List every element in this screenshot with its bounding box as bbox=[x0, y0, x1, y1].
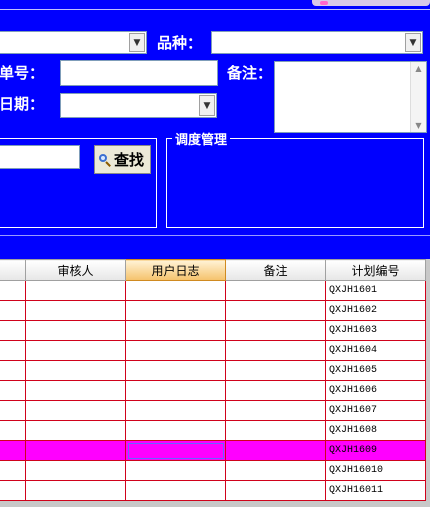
grid-cell[interactable] bbox=[225, 440, 326, 461]
table-row[interactable]: QXJH1601 bbox=[0, 280, 426, 301]
dispatch-group-title: 调度管理 bbox=[172, 129, 231, 148]
grid-cell[interactable] bbox=[0, 340, 26, 361]
column-header-plan-no[interactable]: 计划编号 bbox=[325, 259, 426, 281]
table-row[interactable]: QXJH1607 bbox=[0, 400, 426, 421]
grid-cell[interactable] bbox=[125, 320, 226, 341]
grid-cell[interactable] bbox=[0, 440, 26, 461]
table-row[interactable]: QXJH1602 bbox=[0, 300, 426, 321]
grid-cell[interactable] bbox=[225, 420, 326, 441]
grid-cell[interactable] bbox=[225, 360, 326, 381]
grid-cell[interactable] bbox=[25, 360, 126, 381]
column-header-remark[interactable]: 备注 bbox=[225, 259, 326, 281]
search-button[interactable]: 查找 bbox=[94, 145, 151, 174]
remark-textarea[interactable]: ▲ ▼ bbox=[274, 61, 427, 133]
order-no-input[interactable] bbox=[60, 60, 218, 86]
grid-cell[interactable] bbox=[225, 340, 326, 361]
plan-no-cell[interactable]: QXJH1605 bbox=[325, 360, 426, 381]
grid-cell[interactable] bbox=[25, 380, 126, 401]
order-no-label: 单号： bbox=[0, 64, 45, 82]
grid-cell[interactable] bbox=[0, 280, 26, 301]
window-tab-icon bbox=[320, 1, 328, 5]
grid-cell[interactable] bbox=[225, 280, 326, 301]
plan-no-cell[interactable]: QXJH16011 bbox=[325, 480, 426, 501]
grid-cell[interactable] bbox=[225, 460, 326, 481]
plan-no-cell[interactable]: QXJH1608 bbox=[325, 420, 426, 441]
window-tab[interactable] bbox=[312, 0, 430, 6]
plan-no-cell[interactable]: QXJH1601 bbox=[325, 280, 426, 301]
grid-cell[interactable] bbox=[125, 300, 226, 321]
grid-cell[interactable] bbox=[225, 300, 326, 321]
plan-no-cell[interactable]: QXJH1602 bbox=[325, 300, 426, 321]
grid-cell[interactable] bbox=[125, 280, 226, 301]
plan-no-cell[interactable]: QXJH1609 bbox=[325, 440, 426, 461]
date-picker[interactable]: ▼ bbox=[60, 93, 217, 118]
table-row[interactable]: QXJH1606 bbox=[0, 380, 426, 401]
plan-no-cell[interactable]: QXJH1604 bbox=[325, 340, 426, 361]
table-row[interactable]: QXJH16011 bbox=[0, 480, 426, 501]
table-row[interactable]: QXJH1605 bbox=[0, 360, 426, 381]
table-row[interactable]: QXJH1608 bbox=[0, 420, 426, 441]
divider bbox=[0, 235, 430, 236]
grid-cell[interactable] bbox=[225, 480, 326, 501]
grid-cell[interactable] bbox=[25, 300, 126, 321]
date-label: 日期： bbox=[0, 95, 45, 113]
grid-cell[interactable] bbox=[125, 420, 226, 441]
column-header-user-log[interactable]: 用户日志 bbox=[125, 259, 226, 281]
search-button-label: 查找 bbox=[114, 151, 145, 169]
magnifier-icon bbox=[98, 153, 112, 167]
grid-cell[interactable] bbox=[0, 480, 26, 501]
grid-cell[interactable] bbox=[0, 320, 26, 341]
grid-cell[interactable] bbox=[0, 420, 26, 441]
table-row[interactable]: QXJH1609 bbox=[0, 440, 426, 461]
grid-cell[interactable] bbox=[125, 380, 226, 401]
search-input[interactable] bbox=[0, 145, 80, 169]
column-header-reviewer[interactable]: 审核人 bbox=[25, 259, 126, 281]
remark-label: 备注： bbox=[227, 64, 273, 82]
grid-cell[interactable] bbox=[0, 380, 26, 401]
grid-cell[interactable] bbox=[125, 460, 226, 481]
grid-cell[interactable] bbox=[125, 400, 226, 421]
data-grid: 审核人 用户日志 备注 计划编号 QXJH1601 QXJH1602 QXJH160… bbox=[0, 259, 426, 501]
grid-cell[interactable] bbox=[225, 400, 326, 421]
variety-select[interactable]: ▼ bbox=[211, 31, 423, 54]
grid-cell[interactable] bbox=[0, 460, 26, 481]
grid-cell[interactable] bbox=[25, 320, 126, 341]
table-row[interactable]: QXJH16010 bbox=[0, 460, 426, 481]
grid-cell[interactable] bbox=[225, 380, 326, 401]
grid-cell[interactable] bbox=[0, 360, 26, 381]
plan-no-cell[interactable]: QXJH1603 bbox=[325, 320, 426, 341]
grid-cell[interactable] bbox=[125, 360, 226, 381]
plan-no-cell[interactable]: QXJH1607 bbox=[325, 400, 426, 421]
grid-cell[interactable] bbox=[225, 320, 326, 341]
table-row[interactable]: QXJH1603 bbox=[0, 320, 426, 341]
plan-no-cell[interactable]: QXJH1606 bbox=[325, 380, 426, 401]
dispatch-group bbox=[166, 138, 424, 228]
grid-cell[interactable] bbox=[25, 480, 126, 501]
grid-header-row: 审核人 用户日志 备注 计划编号 bbox=[0, 259, 426, 281]
grid-cell[interactable] bbox=[0, 400, 26, 421]
chevron-down-icon[interactable]: ▼ bbox=[405, 33, 421, 52]
grid-cell[interactable] bbox=[125, 340, 226, 361]
table-row[interactable]: QXJH1604 bbox=[0, 340, 426, 361]
chevron-down-icon[interactable]: ▼ bbox=[199, 95, 215, 116]
chevron-down-icon[interactable]: ▼ bbox=[129, 33, 145, 52]
grid-cell[interactable] bbox=[25, 440, 126, 461]
grid-cell[interactable] bbox=[25, 340, 126, 361]
scroll-down-icon[interactable]: ▼ bbox=[411, 121, 426, 130]
grid-cell[interactable] bbox=[0, 300, 26, 321]
grid-cell[interactable] bbox=[25, 280, 126, 301]
grid-cell[interactable] bbox=[125, 440, 226, 461]
grid-cell[interactable] bbox=[125, 480, 226, 501]
column-header-left[interactable] bbox=[0, 259, 26, 281]
plan-no-cell[interactable]: QXJH16010 bbox=[325, 460, 426, 481]
left-select[interactable]: ▼ bbox=[0, 31, 147, 54]
variety-label: 品种： bbox=[157, 34, 203, 52]
grid-cell[interactable] bbox=[25, 400, 126, 421]
grid-cell[interactable] bbox=[25, 420, 126, 441]
scroll-up-icon[interactable]: ▲ bbox=[411, 64, 426, 73]
grid-cell[interactable] bbox=[25, 460, 126, 481]
remark-scrollbar[interactable]: ▲ ▼ bbox=[410, 62, 426, 132]
